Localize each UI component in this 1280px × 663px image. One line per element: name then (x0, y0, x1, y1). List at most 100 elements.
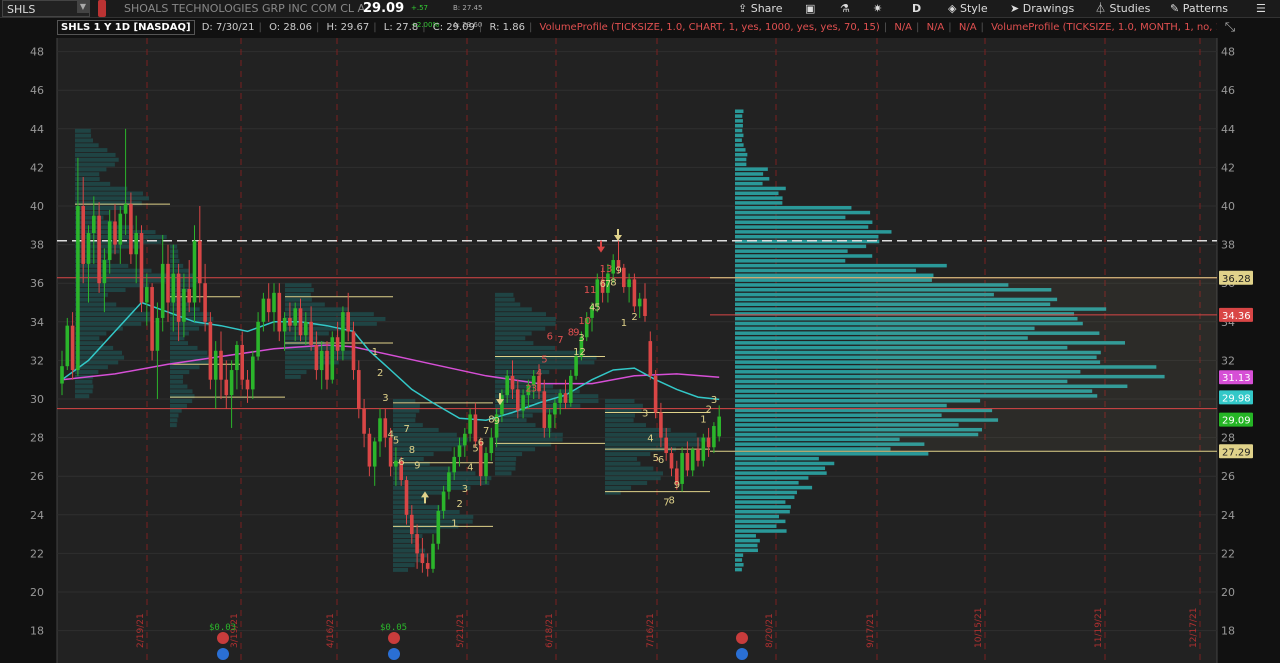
candle-body (245, 379, 250, 390)
collapse-icon[interactable]: ⤡ (1222, 20, 1238, 36)
candle-body (171, 273, 176, 303)
profile-jun-bar (495, 326, 546, 331)
candle-body (410, 514, 414, 535)
y-tick-label-left: 42 (30, 161, 44, 174)
volume-profile-bar (735, 505, 791, 509)
volume-profile-bar (735, 553, 744, 557)
chart-canvas[interactable]: 1818202022222424262628283030323234343636… (0, 0, 1280, 663)
profile-jun-bar (495, 297, 515, 302)
candle-body (553, 402, 557, 415)
volume-profile-bar (735, 524, 777, 528)
x-tick-label: 10/15/21 (974, 608, 984, 648)
volume-profile-bar (735, 234, 879, 239)
profile-feb-bar (170, 408, 182, 413)
count-label: 5 (541, 354, 547, 365)
volume-profile-bar (735, 263, 947, 268)
profile-apr-bar (285, 297, 312, 302)
candle-body (92, 215, 96, 234)
symbol-input[interactable]: SHLS ▼ (2, 0, 90, 17)
volume-profile-bar (735, 514, 779, 519)
patterns-label: Patterns (1182, 2, 1229, 15)
profile-jun-bar (495, 312, 547, 317)
candle-body (516, 389, 520, 411)
volume-profile-bar (735, 254, 873, 258)
menu-icon[interactable]: ☰ (1256, 0, 1266, 17)
volume-profile-bar (735, 138, 742, 142)
profile-apr-bar (285, 288, 314, 293)
volume-profile-bar (735, 466, 826, 471)
x-tick-label: 9/17/21 (866, 613, 876, 648)
candle-body (367, 433, 372, 467)
volume-profile-bar (735, 519, 786, 524)
candle-body (404, 480, 409, 515)
profile-mar-bar (75, 350, 123, 355)
count-label: 6 (547, 331, 553, 342)
style-button[interactable]: ◈ Style (948, 0, 988, 17)
chart-title[interactable]: SHLS 1 Y 1D [NASDAQ] (57, 20, 195, 35)
y-tick-label-right: 44 (1221, 123, 1235, 136)
candle-body (664, 437, 668, 454)
y-tick-label-left: 22 (30, 547, 44, 560)
style-icon: ◈ (948, 2, 957, 15)
profile-mar-bar (75, 167, 107, 172)
earnings-icon (736, 632, 748, 644)
profile-feb-bar (170, 403, 187, 408)
gear-icon[interactable]: ✷ (873, 0, 882, 17)
count-label: 4 (536, 368, 542, 379)
profile-may-bar (393, 490, 446, 495)
candle-body (701, 437, 706, 461)
candle-body (325, 350, 329, 380)
patterns-button[interactable]: ✎ Patterns (1170, 0, 1228, 17)
profile-may-bar (393, 548, 426, 553)
count-label: 3 (711, 395, 717, 406)
candle-body (653, 375, 658, 413)
volume-profile-bar (735, 244, 867, 249)
share-label: Share (750, 2, 783, 15)
profile-mar-bar (75, 394, 90, 399)
studies-button[interactable]: ⏃ Studies (1095, 0, 1150, 17)
candle-body (145, 287, 149, 303)
profile-jul-bar (605, 466, 654, 471)
profile-mar-bar (75, 302, 117, 307)
profile-jul-bar (605, 399, 635, 403)
profile-jun-bar (495, 432, 563, 437)
profile-mar-bar (75, 191, 143, 196)
x-tick-label: 8/20/21 (765, 613, 775, 648)
profile-may-bar (393, 538, 417, 543)
volume-profile-bar (735, 268, 916, 273)
profile-mar-bar (75, 316, 153, 321)
layout-icon[interactable]: ▣ (805, 0, 815, 17)
profile-mar-bar (75, 384, 94, 389)
study-volume-profile-month[interactable]: VolumeProfile (TICKSIZE, 1.0, MONTH, 1, … (991, 22, 1217, 33)
bar-low: L: 27.8 (383, 22, 419, 33)
volume-profile-bar (735, 186, 786, 191)
y-tick-label-right: 42 (1221, 161, 1235, 174)
profile-feb-bar (170, 350, 208, 355)
profile-may-bar (393, 485, 471, 490)
study-volume-profile-chart[interactable]: VolumeProfile (TICKSIZE, 1.0, CHART, 1, … (540, 22, 880, 33)
candle-body (304, 321, 308, 336)
profile-may-bar (393, 471, 476, 476)
flag-icon[interactable] (98, 0, 106, 17)
candle-body (76, 206, 80, 371)
drawings-label: Drawings (1022, 2, 1075, 15)
price-badge-label: 27.29 (1222, 447, 1251, 458)
profile-mar-bar (75, 288, 126, 293)
volume-profile-bar (735, 509, 790, 514)
profile-jun-bar (495, 316, 556, 321)
count-label: 8 (610, 277, 616, 288)
drawings-button[interactable]: ➤ Drawings (1010, 0, 1074, 17)
profile-mar-bar (75, 143, 99, 148)
x-tick-label: 4/16/21 (326, 613, 336, 648)
flask-icon[interactable]: ⚗ (840, 0, 850, 17)
bar-range: R: 1.86 (489, 22, 525, 33)
volume-profile-bar (735, 123, 743, 128)
candle-body (288, 317, 292, 326)
chevron-down-icon[interactable]: ▼ (77, 1, 89, 13)
aggregation-button[interactable]: D (912, 0, 921, 17)
value-area (860, 277, 1217, 452)
y-tick-label-left: 28 (30, 432, 44, 445)
bar-high: H: 29.67 (326, 22, 370, 33)
share-button[interactable]: ⇪ Share (738, 0, 782, 17)
candle-body (569, 375, 573, 403)
